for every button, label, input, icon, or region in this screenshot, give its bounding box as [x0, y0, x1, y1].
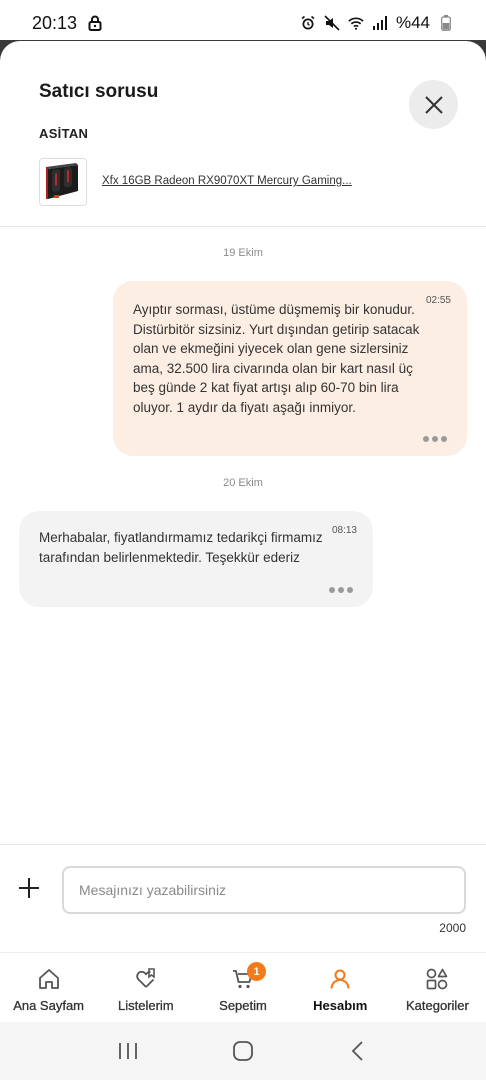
product-link[interactable]: Xfx 16GB Radeon RX9070XT Mercury Gaming.…	[102, 175, 352, 187]
user-icon	[327, 966, 353, 992]
back-button[interactable]	[338, 1031, 378, 1071]
plus-icon	[19, 878, 39, 898]
graphics-card-image-icon	[46, 163, 78, 199]
nav-item-account[interactable]: Hesabım	[292, 953, 389, 1022]
message-input[interactable]	[62, 866, 466, 914]
page-title: Satıcı sorusu	[39, 81, 159, 102]
nav-label: Ana Sayfam	[13, 998, 85, 1013]
nav-label: Listelerim	[117, 998, 174, 1013]
date-separator: 20 Ekim	[223, 477, 263, 489]
sheet-header: Satıcı sorusu ASİTAN Xfx 16GB Radeon RX9…	[0, 41, 486, 227]
system-navigation-bar	[0, 1022, 486, 1080]
message-text: Ayıptır sorması, üstüme düşmemiş bir kon…	[133, 302, 420, 415]
lock-icon	[87, 15, 103, 31]
home-icon	[36, 966, 62, 992]
cart-badge: 1	[247, 962, 266, 981]
nav-label: Sepetim	[219, 998, 267, 1013]
attach-button[interactable]	[16, 875, 42, 901]
back-chevron-icon	[352, 1041, 363, 1061]
mute-icon	[324, 15, 340, 31]
product-thumbnail[interactable]	[39, 158, 87, 206]
char-limit: 2000	[439, 921, 466, 935]
nav-item-home[interactable]: Ana Sayfam	[0, 953, 97, 1022]
seller-name: ASİTAN	[39, 126, 89, 141]
incoming-message: 08:13 Merhabalar, fiyatlandırmamız tedar…	[19, 511, 373, 607]
message-text: Merhabalar, fiyatlandırmamız tedarikçi f…	[39, 530, 323, 565]
alarm-icon	[300, 15, 316, 31]
recent-apps-icon	[118, 1043, 137, 1059]
status-time: 20:13	[32, 12, 78, 33]
heart-list-icon	[133, 966, 159, 992]
message-options-icon[interactable]	[423, 436, 447, 442]
nav-label: Hesabım	[313, 998, 368, 1013]
close-icon	[424, 95, 443, 114]
home-system-button[interactable]	[223, 1031, 263, 1071]
nav-item-cart[interactable]: 1 Sepetim	[194, 953, 291, 1022]
wifi-icon	[348, 15, 364, 31]
message-composer: 2000	[0, 844, 486, 952]
home-circle-icon	[233, 1041, 253, 1061]
nav-item-categories[interactable]: Kategoriler	[389, 953, 486, 1022]
bottom-navigation: Ana Sayfam Listelerim 1 Sepetim Hesabım	[0, 952, 486, 1022]
outgoing-message: 02:55 Ayıptır sorması, üstüme düşmemiş b…	[113, 281, 467, 456]
seller-question-sheet: Satıcı sorusu ASİTAN Xfx 16GB Radeon RX9…	[0, 41, 486, 1080]
message-time: 08:13	[331, 525, 357, 536]
battery-icon	[438, 15, 454, 31]
recent-apps-button[interactable]	[108, 1031, 148, 1071]
message-options-icon[interactable]	[329, 587, 353, 593]
signal-icon	[372, 15, 388, 31]
nav-item-lists[interactable]: Listelerim	[97, 953, 194, 1022]
categories-icon	[424, 966, 450, 992]
date-separator: 19 Ekim	[223, 247, 263, 259]
nav-label: Kategoriler	[405, 998, 469, 1013]
battery-level: %44	[395, 13, 430, 32]
close-button[interactable]	[409, 80, 458, 129]
